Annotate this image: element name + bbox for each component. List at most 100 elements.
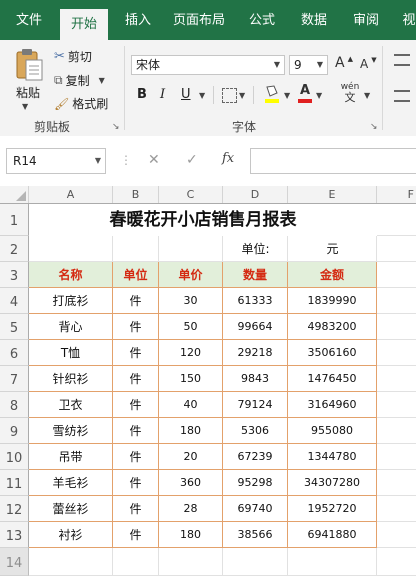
select-all-corner[interactable]: [0, 186, 29, 203]
table-cell[interactable]: 67239: [223, 444, 288, 470]
table-cell[interactable]: 20: [159, 444, 223, 470]
phonetic-guide-icon[interactable]: wén 文: [338, 82, 362, 104]
align-top-icon[interactable]: [394, 54, 410, 66]
chevron-down-icon[interactable]: ▼: [270, 56, 284, 74]
tab-data[interactable]: 数据: [292, 0, 336, 40]
row-header[interactable]: 9: [0, 418, 29, 444]
table-cell[interactable]: 69740: [223, 496, 288, 522]
table-cell[interactable]: 30: [159, 288, 223, 314]
table-cell[interactable]: 1344780: [288, 444, 377, 470]
table-cell[interactable]: 50: [159, 314, 223, 340]
align-left-icon[interactable]: [394, 90, 410, 102]
tab-file[interactable]: 文件: [4, 0, 54, 40]
table-cell[interactable]: 件: [113, 340, 159, 366]
table-header-cell[interactable]: 单价: [159, 262, 223, 288]
font-size-combo[interactable]: 9 ▼: [289, 55, 328, 75]
row-header[interactable]: 8: [0, 392, 29, 418]
tab-review[interactable]: 审阅: [344, 0, 388, 40]
table-header-cell[interactable]: 名称: [29, 262, 113, 288]
row-header[interactable]: 3: [0, 262, 29, 288]
tab-page-layout[interactable]: 页面布局: [166, 0, 232, 40]
table-cell[interactable]: 180: [159, 522, 223, 548]
chevron-down-icon[interactable]: ▼: [95, 156, 101, 165]
phonetic-dropdown-icon[interactable]: ▼: [364, 91, 370, 100]
chevron-down-icon[interactable]: ▼: [313, 56, 327, 74]
font-color-dropdown-icon[interactable]: ▼: [316, 91, 322, 100]
format-painter-button[interactable]: 🖌 格式刷: [54, 95, 108, 112]
tab-home[interactable]: 开始: [60, 9, 108, 40]
paste-icon[interactable]: [14, 48, 44, 82]
bold-button[interactable]: B: [137, 87, 147, 102]
column-header[interactable]: F: [377, 186, 416, 203]
font-name-combo[interactable]: 宋体 ▼: [131, 55, 285, 75]
table-cell[interactable]: 蕾丝衫: [29, 496, 113, 522]
enter-icon[interactable]: ✓: [186, 152, 198, 168]
table-cell[interactable]: 件: [113, 418, 159, 444]
formula-input[interactable]: [250, 148, 416, 174]
cancel-icon[interactable]: ✕: [148, 152, 160, 168]
insert-function-icon[interactable]: fx: [222, 151, 234, 166]
table-cell[interactable]: 120: [159, 340, 223, 366]
table-cell[interactable]: 6941880: [288, 522, 377, 548]
column-header[interactable]: C: [159, 186, 223, 203]
table-cell[interactable]: 34307280: [288, 470, 377, 496]
fill-color-dropdown-icon[interactable]: ▼: [284, 91, 290, 100]
table-cell[interactable]: 29218: [223, 340, 288, 366]
row-header[interactable]: 2: [0, 236, 29, 262]
table-cell[interactable]: 1476450: [288, 366, 377, 392]
clipboard-launcher-icon[interactable]: ↘: [112, 122, 120, 132]
table-cell[interactable]: 955080: [288, 418, 377, 444]
table-cell[interactable]: 衬衫: [29, 522, 113, 548]
table-cell[interactable]: 件: [113, 392, 159, 418]
table-cell[interactable]: 40: [159, 392, 223, 418]
copy-button[interactable]: ⧉ 复制 ▼: [54, 72, 105, 89]
table-cell[interactable]: 3164960: [288, 392, 377, 418]
row-header[interactable]: 6: [0, 340, 29, 366]
table-cell[interactable]: 件: [113, 366, 159, 392]
column-header[interactable]: B: [113, 186, 159, 203]
row-header[interactable]: 13: [0, 522, 29, 548]
table-cell[interactable]: 针织衫: [29, 366, 113, 392]
table-cell[interactable]: 雪纺衫: [29, 418, 113, 444]
underline-button[interactable]: U: [181, 87, 191, 102]
table-cell[interactable]: 件: [113, 496, 159, 522]
name-box[interactable]: R14 ▼: [6, 148, 106, 174]
table-cell[interactable]: 38566: [223, 522, 288, 548]
table-cell[interactable]: 61333: [223, 288, 288, 314]
tab-formulas[interactable]: 公式: [240, 0, 284, 40]
table-cell[interactable]: 360: [159, 470, 223, 496]
table-cell[interactable]: 3506160: [288, 340, 377, 366]
shrink-font-button[interactable]: A ▼: [360, 56, 377, 71]
table-cell[interactable]: 件: [113, 522, 159, 548]
borders-dropdown-icon[interactable]: ▼: [239, 91, 245, 100]
table-cell[interactable]: 28: [159, 496, 223, 522]
table-cell[interactable]: 背心: [29, 314, 113, 340]
table-cell[interactable]: 件: [113, 288, 159, 314]
table-cell[interactable]: 180: [159, 418, 223, 444]
italic-button[interactable]: I: [160, 87, 165, 102]
row-header[interactable]: 10: [0, 444, 29, 470]
row-header[interactable]: 7: [0, 366, 29, 392]
table-cell[interactable]: 4983200: [288, 314, 377, 340]
cut-button[interactable]: ✂ 剪切: [54, 48, 92, 65]
paste-dropdown-icon[interactable]: ▼: [22, 102, 28, 111]
tab-view[interactable]: 视: [394, 0, 416, 40]
column-header[interactable]: A: [29, 186, 113, 203]
table-cell[interactable]: 吊带: [29, 444, 113, 470]
table-cell[interactable]: 9843: [223, 366, 288, 392]
table-cell[interactable]: 79124: [223, 392, 288, 418]
fill-color-icon[interactable]: [264, 84, 280, 104]
row-header[interactable]: 11: [0, 470, 29, 496]
unit-value[interactable]: 元: [288, 236, 377, 262]
row-header[interactable]: 5: [0, 314, 29, 340]
table-cell[interactable]: T恤: [29, 340, 113, 366]
table-cell[interactable]: 打底衫: [29, 288, 113, 314]
grow-font-button[interactable]: A ▲: [335, 55, 353, 71]
font-color-icon[interactable]: A: [297, 84, 313, 104]
table-cell[interactable]: 件: [113, 470, 159, 496]
table-cell[interactable]: 99664: [223, 314, 288, 340]
paste-button[interactable]: 粘贴: [16, 84, 40, 101]
row-header[interactable]: 1: [0, 204, 29, 236]
table-cell[interactable]: 件: [113, 444, 159, 470]
column-header[interactable]: E: [288, 186, 377, 203]
